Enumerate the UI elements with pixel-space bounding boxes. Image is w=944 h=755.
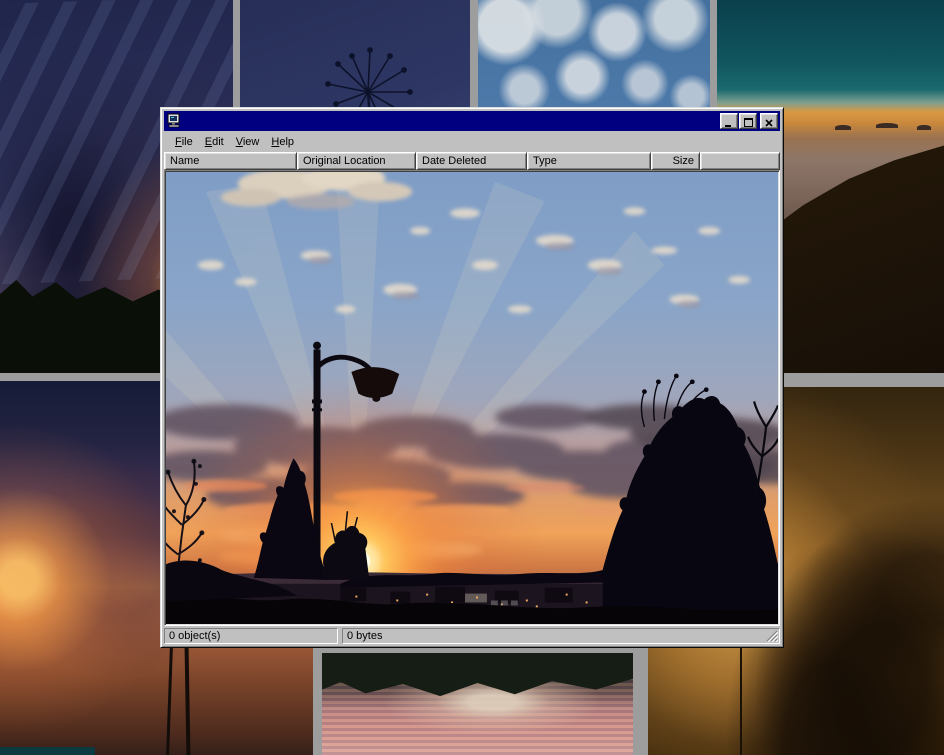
minimize-icon <box>725 119 733 128</box>
status-bar: 0 object(s) 0 bytes <box>164 628 780 644</box>
column-header-type[interactable]: Type <box>527 152 651 170</box>
column-header-size[interactable]: Size <box>651 152 700 170</box>
island-silhouette <box>835 125 851 130</box>
tree-reflection-decoration <box>322 653 633 700</box>
status-bytes-text: 0 bytes <box>347 630 382 642</box>
menu-bar: File Edit View Help <box>164 131 780 152</box>
maximize-icon <box>744 117 753 128</box>
wallpaper-tile-water-reflections <box>322 653 633 755</box>
menu-edit[interactable]: Edit <box>199 134 230 150</box>
sunset-lamp-photo <box>166 172 778 624</box>
status-object-count: 0 object(s) <box>164 628 338 644</box>
close-button[interactable] <box>760 113 778 129</box>
column-header-date-deleted[interactable]: Date Deleted <box>416 152 527 170</box>
maximize-button[interactable] <box>739 113 757 129</box>
column-header-name[interactable]: Name <box>164 152 297 170</box>
menu-view[interactable]: View <box>230 134 266 150</box>
column-header-filler[interactable] <box>700 152 780 170</box>
island-silhouette <box>917 125 931 130</box>
close-icon <box>765 118 773 128</box>
island-silhouette <box>876 123 898 128</box>
column-header-original-location[interactable]: Original Location <box>297 152 416 170</box>
recycle-bin-window: File Edit View Help Name Original Locati… <box>160 107 784 648</box>
status-bytes: 0 bytes <box>342 628 780 644</box>
menu-file[interactable]: File <box>169 134 199 150</box>
computer-icon <box>166 113 182 129</box>
file-list-area[interactable] <box>164 170 780 626</box>
menu-help[interactable]: Help <box>265 134 300 150</box>
window-titlebar[interactable] <box>164 111 780 131</box>
wallpaper-tile-teal-edge <box>0 747 95 755</box>
minimize-button[interactable] <box>720 113 738 129</box>
column-header-row: Name Original Location Date Deleted Type… <box>164 152 780 170</box>
resize-grip[interactable] <box>766 630 778 642</box>
